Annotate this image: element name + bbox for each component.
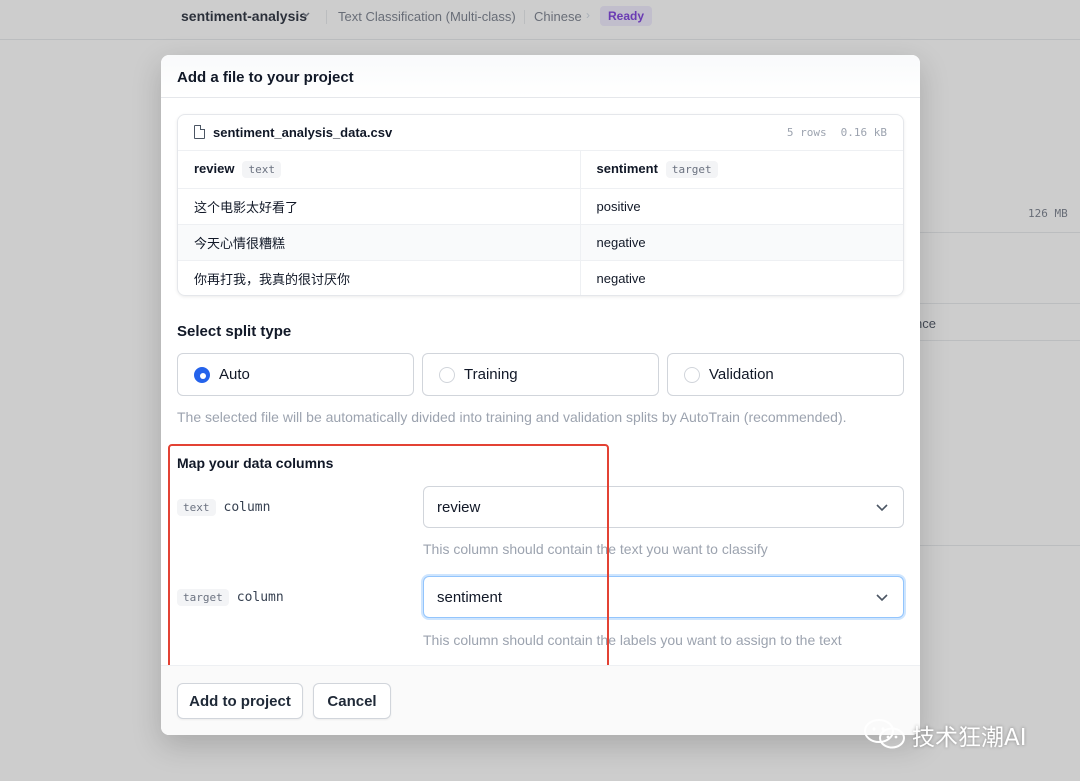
table-cell: 今天心情很糟糕 [178, 224, 580, 260]
split-option-label: Training [464, 366, 518, 383]
file-header: sentiment_analysis_data.csv 5 rows 0.16 k… [178, 115, 903, 151]
dialog-title: Add a file to your project [161, 55, 920, 98]
table-row: 你再打我，我真的很讨厌你 negative [178, 260, 903, 296]
split-option-label: Auto [219, 366, 250, 383]
table-cell: negative [580, 224, 903, 260]
radio-icon[interactable] [684, 367, 700, 383]
table-row: 今天心情很糟糕 negative [178, 224, 903, 260]
chevron-down-icon [875, 503, 889, 513]
watermark-text: 技术狂潮AI [912, 718, 1027, 752]
file-meta: 5 rows 0.16 kB [773, 126, 887, 139]
column-header: reviewtext [178, 151, 580, 188]
dialog-footer: Add to project Cancel [161, 665, 920, 735]
table-cell: negative [580, 260, 903, 296]
split-hint: The selected file will be automatically … [177, 409, 847, 425]
row-count: 5 rows [787, 126, 827, 139]
split-option-label: Validation [709, 366, 774, 383]
add-file-dialog: Add a file to your project sentiment_ana… [161, 55, 920, 735]
table-cell: 你再打我，我真的很讨厌你 [178, 260, 580, 296]
file-icon [194, 125, 205, 139]
split-option-auto[interactable]: Auto [177, 353, 414, 396]
table-cell: 这个电影太好看了 [178, 188, 580, 224]
radio-icon[interactable] [439, 367, 455, 383]
table-cell: positive [580, 188, 903, 224]
data-preview-table: reviewtext sentimenttarget 这个电影太好看了 posi… [178, 151, 903, 296]
radio-selected-icon[interactable] [194, 367, 210, 383]
highlight-annotation-box [168, 444, 609, 669]
chevron-down-icon [875, 593, 889, 603]
split-type-title: Select split type [177, 323, 291, 340]
file-size: 0.16 kB [841, 126, 887, 139]
split-option-training[interactable]: Training [422, 353, 659, 396]
table-header-row: reviewtext sentimenttarget [178, 151, 903, 188]
column-type-tag: text [242, 161, 281, 178]
add-to-project-button[interactable]: Add to project [177, 683, 303, 719]
column-type-tag: target [666, 161, 718, 178]
file-preview-card: sentiment_analysis_data.csv 5 rows 0.16 k… [177, 114, 904, 296]
cancel-button[interactable]: Cancel [313, 683, 391, 719]
file-name: sentiment_analysis_data.csv [213, 125, 392, 140]
column-header: sentimenttarget [580, 151, 903, 188]
split-option-validation[interactable]: Validation [667, 353, 904, 396]
table-row: 这个电影太好看了 positive [178, 188, 903, 224]
watermark: 技术狂潮AI [862, 716, 1052, 752]
wechat-icon [862, 717, 908, 751]
